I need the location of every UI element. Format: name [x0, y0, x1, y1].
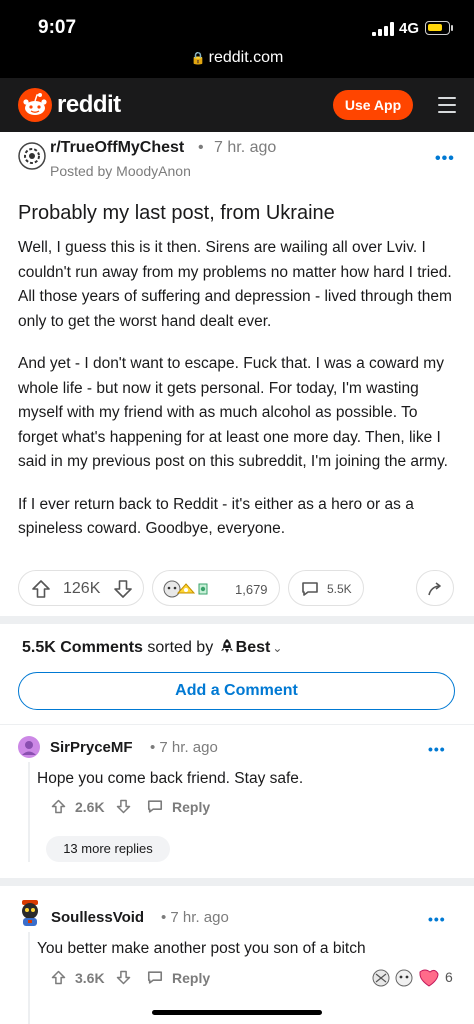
share-button[interactable]: [416, 570, 454, 606]
user-avatar-icon: [18, 736, 40, 758]
network-type: 4G: [399, 20, 420, 37]
site-header: reddit Use App: [0, 78, 474, 132]
rocket-icon: [220, 639, 233, 653]
comment-username[interactable]: SirPryceMF: [50, 739, 133, 756]
post-vote-count: 126K: [63, 580, 101, 597]
url-text: reddit.com: [208, 49, 284, 66]
hamburger-menu-icon[interactable]: [438, 97, 456, 113]
upvote-icon[interactable]: [51, 799, 66, 814]
subreddit-avatar-icon[interactable]: [18, 142, 46, 170]
post-paragraph: Well, I guess this is it then. Sirens ar…: [18, 239, 452, 330]
user-avatar-icon: [22, 900, 38, 926]
post-paragraph: And yet - I don't want to escape. Fuck t…: [18, 355, 448, 470]
post-time: 7 hr. ago: [214, 139, 277, 156]
battery-icon: [425, 21, 450, 35]
reddit-wordmark[interactable]: reddit: [57, 91, 121, 119]
reply-button[interactable]: Reply: [147, 968, 217, 988]
awards-icon: [163, 580, 208, 598]
downvote-icon[interactable]: [116, 799, 131, 814]
reply-button[interactable]: Reply: [147, 797, 217, 817]
comment-body: You better make another post you son of …: [37, 940, 366, 957]
posted-by[interactable]: Posted by MoodyAnon: [50, 163, 191, 179]
avatar[interactable]: [18, 736, 40, 758]
divider: [0, 724, 474, 725]
comments-count: 5.5K: [327, 582, 352, 596]
reply-label: Reply: [172, 799, 211, 815]
separator-dot: •: [198, 139, 204, 156]
downvote-icon[interactable]: [113, 579, 133, 599]
battery-nub: [451, 25, 453, 31]
battery-level: [428, 24, 442, 31]
comment-more-options-icon[interactable]: •••: [428, 911, 446, 927]
upvote-icon[interactable]: [31, 579, 51, 599]
comment-awards-count: 6: [445, 969, 453, 985]
comment-bubble-icon: [147, 800, 163, 813]
thread-line[interactable]: [28, 762, 30, 862]
comment-body: Hope you come back friend. Stay safe.: [37, 770, 304, 787]
comments-header: 5.5K Comments sorted by Best ⌄: [22, 638, 282, 657]
status-bar: 9:07 4G 🔒 reddit.com: [0, 0, 474, 78]
thread-line[interactable]: [28, 932, 30, 1024]
sort-dropdown[interactable]: Best ⌄: [218, 639, 283, 656]
downvote-icon[interactable]: [116, 970, 131, 985]
avatar[interactable]: [18, 898, 40, 926]
comment-awards[interactable]: 6: [372, 968, 458, 988]
section-divider: [0, 616, 474, 624]
post-more-options-icon[interactable]: •••: [435, 150, 455, 168]
post-paragraph: If I ever return back to Reddit - it's e…: [18, 495, 414, 538]
comments-count-label: 5.5K Comments: [22, 639, 143, 656]
reply-label: Reply: [172, 970, 211, 986]
awards-count: 1,679: [235, 582, 268, 597]
awards-button[interactable]: 1,679: [152, 570, 280, 606]
home-indicator: [152, 1010, 322, 1015]
comment-username[interactable]: SoullessVoid: [51, 909, 144, 926]
use-app-button[interactable]: Use App: [333, 90, 413, 120]
comment-more-options-icon[interactable]: •••: [428, 741, 446, 757]
url-bar[interactable]: 🔒 reddit.com: [0, 49, 474, 67]
cellular-signal-icon: [372, 22, 394, 36]
post-body: Well, I guess this is it then. Sirens ar…: [18, 236, 458, 560]
subreddit-link[interactable]: r/TrueOffMyChest: [50, 139, 184, 157]
lock-icon: 🔒: [190, 51, 206, 65]
status-time: 9:07: [38, 17, 77, 38]
comment-vote-count: 3.6K: [75, 970, 105, 986]
chevron-down-icon: ⌄: [272, 641, 283, 655]
comments-button[interactable]: 5.5K: [288, 570, 364, 606]
comment-bubble-icon: [147, 971, 163, 984]
comment-bubble-icon: [302, 582, 318, 596]
comment-time: • 7 hr. ago: [161, 909, 229, 926]
vote-bar: 126K: [18, 570, 144, 606]
sorted-by-label: sorted by: [147, 639, 214, 656]
reddit-logo-icon[interactable]: [18, 88, 52, 122]
post-title: Probably my last post, from Ukraine: [18, 202, 335, 224]
section-divider: [0, 878, 474, 886]
more-replies-button[interactable]: 13 more replies: [46, 836, 170, 862]
sort-value: Best: [235, 639, 271, 656]
share-icon: [428, 582, 441, 596]
comment-vote-count: 2.6K: [75, 799, 105, 815]
comment-time: • 7 hr. ago: [150, 739, 218, 756]
add-comment-button[interactable]: Add a Comment: [18, 672, 455, 710]
awards-icon: [372, 969, 439, 987]
upvote-icon[interactable]: [51, 970, 66, 985]
